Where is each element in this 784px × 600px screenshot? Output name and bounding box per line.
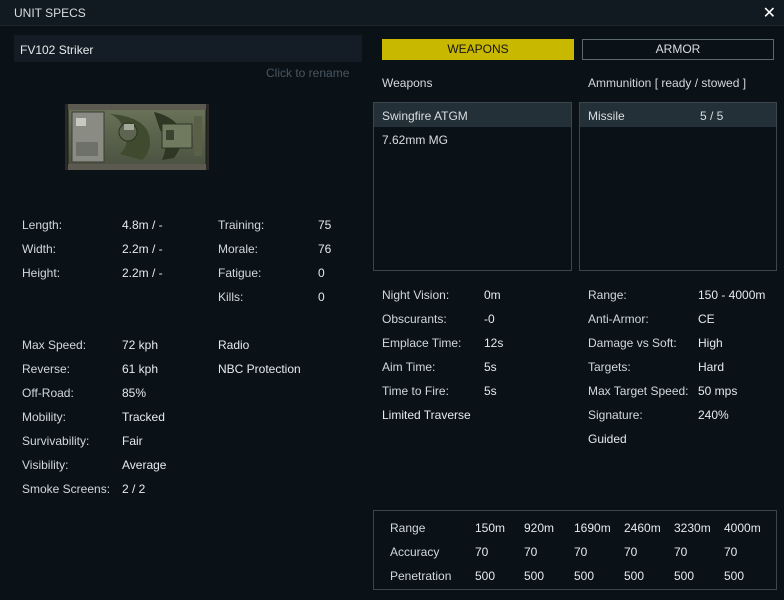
morale-label: Morale: [218,242,259,256]
kills-label: Kills: [218,290,244,304]
survivability-label: Survivability: [22,434,90,448]
rename-hint: Click to rename [266,66,350,80]
morale-value: 76 [318,242,332,256]
width-label: Width: [22,242,57,256]
penetration-cell: 500 [574,569,595,583]
guided-note: Guided [588,432,627,446]
width-value: 2.2m / - [122,242,163,256]
accuracy-cell: 70 [524,545,538,559]
emplace-time-value: 12s [484,336,504,350]
unit-name-field[interactable]: FV102 Striker [14,35,362,62]
penetration-cell: 500 [674,569,695,583]
targets-value: Hard [698,360,725,374]
reverse-label: Reverse: [22,362,71,376]
signature-label: Signature: [588,408,643,422]
max-speed-value: 72 kph [122,338,159,352]
visibility-value: Average [122,458,167,472]
penetration-cell: 500 [724,569,745,583]
off-road-label: Off-Road: [22,386,74,400]
signature-value: 240% [698,408,729,422]
range-cell: 4000m [724,521,761,535]
survivability-value: Fair [122,434,143,448]
smoke-screens-label: Smoke Screens: [22,482,111,496]
feature-nbc-protection: NBC Protection [218,362,301,376]
fatigue-value: 0 [318,266,325,280]
training-label: Training: [218,218,265,232]
aim-time-label: Aim Time: [382,360,436,374]
window-title: UNIT SPECS [14,6,86,20]
range-cell: 3230m [674,521,711,535]
smoke-screens-value: 2 / 2 [122,482,146,496]
time-to-fire-value: 5s [484,384,497,398]
title-bar: UNIT SPECS ✕ [0,0,784,26]
accuracy-cell: 70 [475,545,489,559]
height-label: Height: [22,266,61,280]
ammo-count: 5 / 5 [700,109,724,123]
max-target-speed-value: 50 mps [698,384,738,398]
ammunition-list: Missile 5 / 5 [579,102,777,271]
length-label: Length: [22,218,63,232]
feature-radio: Radio [218,338,250,352]
accuracy-row-label: Accuracy [390,545,440,559]
obscurants-value: -0 [484,312,495,326]
penetration-cell: 500 [524,569,545,583]
range-cell: 920m [524,521,555,535]
tab-weapons[interactable]: WEAPONS [382,39,574,60]
max-speed-label: Max Speed: [22,338,87,352]
weapons-list: Swingfire ATGM 7.62mm MG [373,102,572,271]
night-vision-label: Night Vision: [382,288,450,302]
off-road-value: 85% [122,386,147,400]
ammunition-header: Ammunition [ ready / stowed ] [588,76,747,90]
range-value: 150 - 4000m [698,288,766,302]
range-cell: 2460m [624,521,661,535]
accuracy-cell: 70 [574,545,588,559]
damage-vs-soft-value: High [698,336,723,350]
tab-armor[interactable]: ARMOR [582,39,774,60]
ammo-item-missile[interactable]: Missile 5 / 5 [580,103,776,127]
max-target-speed-label: Max Target Speed: [588,384,689,398]
emplace-time-label: Emplace Time: [382,336,462,350]
mobility-label: Mobility: [22,410,67,424]
penetration-cell: 500 [475,569,496,583]
range-row-label: Range [390,521,426,535]
close-icon[interactable]: ✕ [763,3,776,23]
ammo-name: Missile [588,109,625,123]
anti-armor-label: Anti-Armor: [588,312,649,326]
training-value: 75 [318,218,332,232]
range-table: Range 150m 920m 1690m 2460m 3230m 4000m … [373,510,777,590]
weapons-header: Weapons [382,76,433,90]
range-cell: 1690m [574,521,611,535]
weapon-item-swingfire[interactable]: Swingfire ATGM [374,103,571,127]
fatigue-label: Fatigue: [218,266,262,280]
length-value: 4.8m / - [122,218,163,232]
range-label: Range: [588,288,627,302]
obscurants-label: Obscurants: [382,312,447,326]
kills-value: 0 [318,290,325,304]
height-value: 2.2m / - [122,266,163,280]
vehicle-image [65,104,209,170]
penetration-row-label: Penetration [390,569,452,583]
mobility-value: Tracked [122,410,165,424]
night-vision-value: 0m [484,288,501,302]
targets-label: Targets: [588,360,631,374]
anti-armor-value: CE [698,312,715,326]
accuracy-cell: 70 [724,545,738,559]
penetration-cell: 500 [624,569,645,583]
reverse-value: 61 kph [122,362,159,376]
visibility-label: Visibility: [22,458,69,472]
aim-time-value: 5s [484,360,497,374]
weapon-item-mg[interactable]: 7.62mm MG [374,127,571,151]
range-cell: 150m [475,521,506,535]
damage-vs-soft-label: Damage vs Soft: [588,336,677,350]
accuracy-cell: 70 [624,545,638,559]
limited-traverse-note: Limited Traverse [382,408,471,422]
accuracy-cell: 70 [674,545,688,559]
time-to-fire-label: Time to Fire: [382,384,449,398]
